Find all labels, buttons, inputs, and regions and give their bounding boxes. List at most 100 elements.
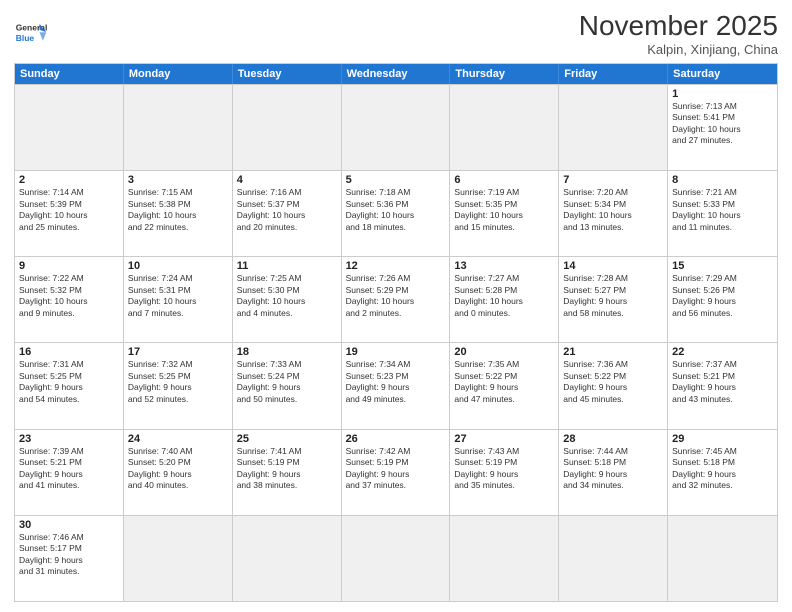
day-number: 9 — [19, 260, 119, 272]
day-number: 1 — [672, 88, 773, 100]
calendar-cell: 4Sunrise: 7:16 AM Sunset: 5:37 PM Daylig… — [233, 171, 342, 256]
day-number: 8 — [672, 174, 773, 186]
cell-info: Sunrise: 7:14 AM Sunset: 5:39 PM Dayligh… — [19, 187, 119, 233]
calendar-row-1: 2Sunrise: 7:14 AM Sunset: 5:39 PM Daylig… — [15, 170, 777, 256]
cell-info: Sunrise: 7:20 AM Sunset: 5:34 PM Dayligh… — [563, 187, 663, 233]
calendar-cell: 9Sunrise: 7:22 AM Sunset: 5:32 PM Daylig… — [15, 257, 124, 342]
cell-info: Sunrise: 7:19 AM Sunset: 5:35 PM Dayligh… — [454, 187, 554, 233]
svg-text:Blue: Blue — [16, 32, 35, 42]
day-number: 19 — [346, 346, 446, 358]
calendar-cell: 8Sunrise: 7:21 AM Sunset: 5:33 PM Daylig… — [668, 171, 777, 256]
cell-info: Sunrise: 7:46 AM Sunset: 5:17 PM Dayligh… — [19, 532, 119, 578]
cell-info: Sunrise: 7:42 AM Sunset: 5:19 PM Dayligh… — [346, 446, 446, 492]
cell-info: Sunrise: 7:37 AM Sunset: 5:21 PM Dayligh… — [672, 359, 773, 405]
cell-info: Sunrise: 7:29 AM Sunset: 5:26 PM Dayligh… — [672, 273, 773, 319]
calendar-row-3: 16Sunrise: 7:31 AM Sunset: 5:25 PM Dayli… — [15, 342, 777, 428]
day-number: 24 — [128, 433, 228, 445]
cell-info: Sunrise: 7:24 AM Sunset: 5:31 PM Dayligh… — [128, 273, 228, 319]
calendar-cell: 24Sunrise: 7:40 AM Sunset: 5:20 PM Dayli… — [124, 430, 233, 515]
cell-info: Sunrise: 7:35 AM Sunset: 5:22 PM Dayligh… — [454, 359, 554, 405]
svg-text:General: General — [16, 22, 48, 32]
logo-icon: General Blue — [14, 17, 48, 51]
cell-info: Sunrise: 7:13 AM Sunset: 5:41 PM Dayligh… — [672, 101, 773, 147]
header-thursday: Thursday — [450, 64, 559, 84]
calendar-cell: 5Sunrise: 7:18 AM Sunset: 5:36 PM Daylig… — [342, 171, 451, 256]
calendar-cell — [559, 85, 668, 170]
cell-info: Sunrise: 7:36 AM Sunset: 5:22 PM Dayligh… — [563, 359, 663, 405]
day-number: 16 — [19, 346, 119, 358]
day-number: 13 — [454, 260, 554, 272]
calendar-row-4: 23Sunrise: 7:39 AM Sunset: 5:21 PM Dayli… — [15, 429, 777, 515]
calendar-cell — [559, 516, 668, 601]
calendar-cell — [233, 516, 342, 601]
day-number: 20 — [454, 346, 554, 358]
header-sunday: Sunday — [15, 64, 124, 84]
cell-info: Sunrise: 7:21 AM Sunset: 5:33 PM Dayligh… — [672, 187, 773, 233]
calendar-cell — [124, 85, 233, 170]
calendar-cell: 10Sunrise: 7:24 AM Sunset: 5:31 PM Dayli… — [124, 257, 233, 342]
cell-info: Sunrise: 7:18 AM Sunset: 5:36 PM Dayligh… — [346, 187, 446, 233]
cell-info: Sunrise: 7:44 AM Sunset: 5:18 PM Dayligh… — [563, 446, 663, 492]
cell-info: Sunrise: 7:27 AM Sunset: 5:28 PM Dayligh… — [454, 273, 554, 319]
calendar-cell: 13Sunrise: 7:27 AM Sunset: 5:28 PM Dayli… — [450, 257, 559, 342]
day-number: 23 — [19, 433, 119, 445]
calendar-cell — [124, 516, 233, 601]
day-number: 25 — [237, 433, 337, 445]
cell-info: Sunrise: 7:32 AM Sunset: 5:25 PM Dayligh… — [128, 359, 228, 405]
day-number: 26 — [346, 433, 446, 445]
logo: General Blue — [14, 17, 48, 51]
calendar-cell: 29Sunrise: 7:45 AM Sunset: 5:18 PM Dayli… — [668, 430, 777, 515]
calendar-cell: 17Sunrise: 7:32 AM Sunset: 5:25 PM Dayli… — [124, 343, 233, 428]
calendar-cell: 27Sunrise: 7:43 AM Sunset: 5:19 PM Dayli… — [450, 430, 559, 515]
calendar-body: 1Sunrise: 7:13 AM Sunset: 5:41 PM Daylig… — [15, 84, 777, 601]
day-number: 18 — [237, 346, 337, 358]
calendar-cell: 26Sunrise: 7:42 AM Sunset: 5:19 PM Dayli… — [342, 430, 451, 515]
day-number: 15 — [672, 260, 773, 272]
day-number: 11 — [237, 260, 337, 272]
day-number: 2 — [19, 174, 119, 186]
calendar-cell: 23Sunrise: 7:39 AM Sunset: 5:21 PM Dayli… — [15, 430, 124, 515]
calendar-cell: 11Sunrise: 7:25 AM Sunset: 5:30 PM Dayli… — [233, 257, 342, 342]
calendar: Sunday Monday Tuesday Wednesday Thursday… — [14, 63, 778, 602]
calendar-cell: 30Sunrise: 7:46 AM Sunset: 5:17 PM Dayli… — [15, 516, 124, 601]
calendar-cell: 7Sunrise: 7:20 AM Sunset: 5:34 PM Daylig… — [559, 171, 668, 256]
header-monday: Monday — [124, 64, 233, 84]
title-block: November 2025 Kalpin, Xinjiang, China — [579, 10, 778, 57]
cell-info: Sunrise: 7:43 AM Sunset: 5:19 PM Dayligh… — [454, 446, 554, 492]
header-saturday: Saturday — [668, 64, 777, 84]
cell-info: Sunrise: 7:33 AM Sunset: 5:24 PM Dayligh… — [237, 359, 337, 405]
calendar-cell: 12Sunrise: 7:26 AM Sunset: 5:29 PM Dayli… — [342, 257, 451, 342]
day-number: 5 — [346, 174, 446, 186]
day-number: 10 — [128, 260, 228, 272]
day-number: 28 — [563, 433, 663, 445]
cell-info: Sunrise: 7:34 AM Sunset: 5:23 PM Dayligh… — [346, 359, 446, 405]
calendar-cell: 1Sunrise: 7:13 AM Sunset: 5:41 PM Daylig… — [668, 85, 777, 170]
cell-info: Sunrise: 7:31 AM Sunset: 5:25 PM Dayligh… — [19, 359, 119, 405]
calendar-cell: 20Sunrise: 7:35 AM Sunset: 5:22 PM Dayli… — [450, 343, 559, 428]
calendar-cell: 28Sunrise: 7:44 AM Sunset: 5:18 PM Dayli… — [559, 430, 668, 515]
calendar-cell: 2Sunrise: 7:14 AM Sunset: 5:39 PM Daylig… — [15, 171, 124, 256]
month-title: November 2025 — [579, 10, 778, 42]
cell-info: Sunrise: 7:15 AM Sunset: 5:38 PM Dayligh… — [128, 187, 228, 233]
calendar-cell: 21Sunrise: 7:36 AM Sunset: 5:22 PM Dayli… — [559, 343, 668, 428]
calendar-cell: 6Sunrise: 7:19 AM Sunset: 5:35 PM Daylig… — [450, 171, 559, 256]
calendar-header: Sunday Monday Tuesday Wednesday Thursday… — [15, 64, 777, 84]
calendar-row-2: 9Sunrise: 7:22 AM Sunset: 5:32 PM Daylig… — [15, 256, 777, 342]
day-number: 7 — [563, 174, 663, 186]
cell-info: Sunrise: 7:26 AM Sunset: 5:29 PM Dayligh… — [346, 273, 446, 319]
page: General Blue November 2025 Kalpin, Xinji… — [0, 0, 792, 612]
day-number: 4 — [237, 174, 337, 186]
calendar-cell — [342, 85, 451, 170]
calendar-cell: 18Sunrise: 7:33 AM Sunset: 5:24 PM Dayli… — [233, 343, 342, 428]
day-number: 17 — [128, 346, 228, 358]
calendar-cell — [233, 85, 342, 170]
day-number: 22 — [672, 346, 773, 358]
calendar-cell: 25Sunrise: 7:41 AM Sunset: 5:19 PM Dayli… — [233, 430, 342, 515]
calendar-cell: 3Sunrise: 7:15 AM Sunset: 5:38 PM Daylig… — [124, 171, 233, 256]
day-number: 21 — [563, 346, 663, 358]
day-number: 14 — [563, 260, 663, 272]
header-tuesday: Tuesday — [233, 64, 342, 84]
day-number: 30 — [19, 519, 119, 531]
calendar-cell — [450, 85, 559, 170]
day-number: 27 — [454, 433, 554, 445]
